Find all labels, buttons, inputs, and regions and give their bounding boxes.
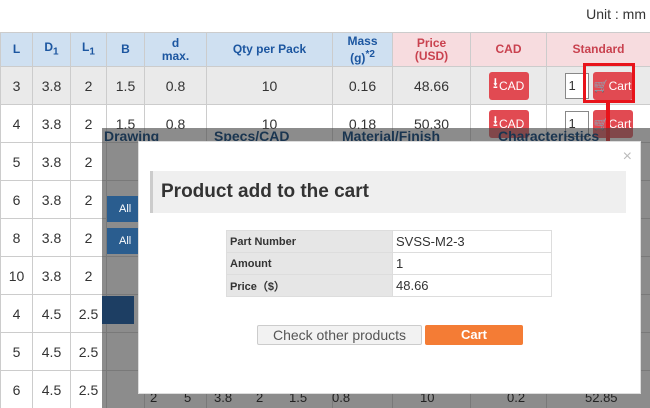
price-value: 48.66 [392, 274, 552, 297]
amount-value: 1 [392, 252, 552, 275]
part-number-value: SVSS-M2-3 [392, 230, 552, 253]
col-header-d-max: d max. [144, 32, 207, 67]
col-header-qty-per-pack: Qty per Pack [206, 32, 333, 67]
col-header-D1: D1 [32, 32, 71, 67]
col-header-L: L [0, 32, 33, 67]
cart-highlight-box [583, 63, 635, 103]
col-header-B: B [106, 32, 145, 67]
summary-row: Amount 1 [226, 252, 552, 275]
part-number-label: Part Number [226, 230, 393, 253]
summary-row: Part Number SVSS-M2-3 [226, 230, 552, 253]
table-row: 3 3.8 2 1.5 0.8 10 0.16 48.66 ⭳ CAD 1 🛒 Car… [0, 66, 650, 105]
col-header-standard: Standard [546, 32, 650, 67]
check-other-products-button[interactable]: Check other products [257, 325, 422, 345]
add-to-cart-dialog: × Product add to the cart Part Number SV… [138, 141, 641, 394]
cad-download-button[interactable]: ⭳ CAD [488, 71, 529, 100]
go-to-cart-button[interactable]: Cart [425, 325, 523, 345]
price-label: Price（$） [226, 274, 393, 297]
background-filter-all: All [107, 196, 139, 222]
col-header-mass: Mass (g)*2 [332, 32, 393, 67]
cart-item-summary: Part Number SVSS-M2-3 Amount 1 Price（$） … [226, 230, 552, 297]
col-header-L1: L1 [70, 32, 107, 67]
background-filter-all: All [107, 228, 139, 254]
amount-label: Amount [226, 252, 393, 275]
summary-row: Price（$） 48.66 [226, 274, 552, 297]
col-header-cad: CAD [470, 32, 547, 67]
dialog-title: Product add to the cart [161, 181, 369, 202]
unit-label: Unit : mm [586, 6, 646, 22]
close-icon[interactable]: × [623, 148, 632, 166]
dialog-header: Product add to the cart [150, 171, 626, 213]
col-header-price: Price (USD) [392, 32, 471, 67]
download-icon: ⭳ [492, 75, 498, 92]
background-selected-row [102, 296, 134, 324]
